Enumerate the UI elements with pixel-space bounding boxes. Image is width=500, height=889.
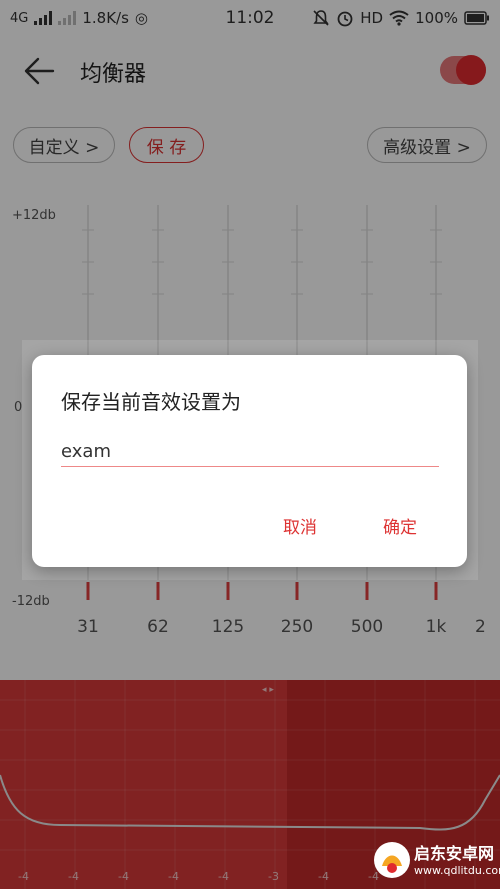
save-preset-dialog: 保存当前音效设置为 取消 确定	[32, 355, 467, 567]
cancel-button[interactable]: 取消	[272, 507, 328, 543]
confirm-button[interactable]: 确定	[372, 507, 428, 543]
watermark-url: www.qdlitdu.com	[414, 864, 500, 877]
watermark-name: 启东安卓网	[414, 844, 495, 863]
dialog-title: 保存当前音效设置为	[61, 390, 241, 414]
preset-name-input[interactable]	[61, 439, 439, 467]
watermark: 启东安卓网 www.qdlitdu.com	[372, 838, 500, 886]
watermark-logo	[374, 842, 410, 878]
